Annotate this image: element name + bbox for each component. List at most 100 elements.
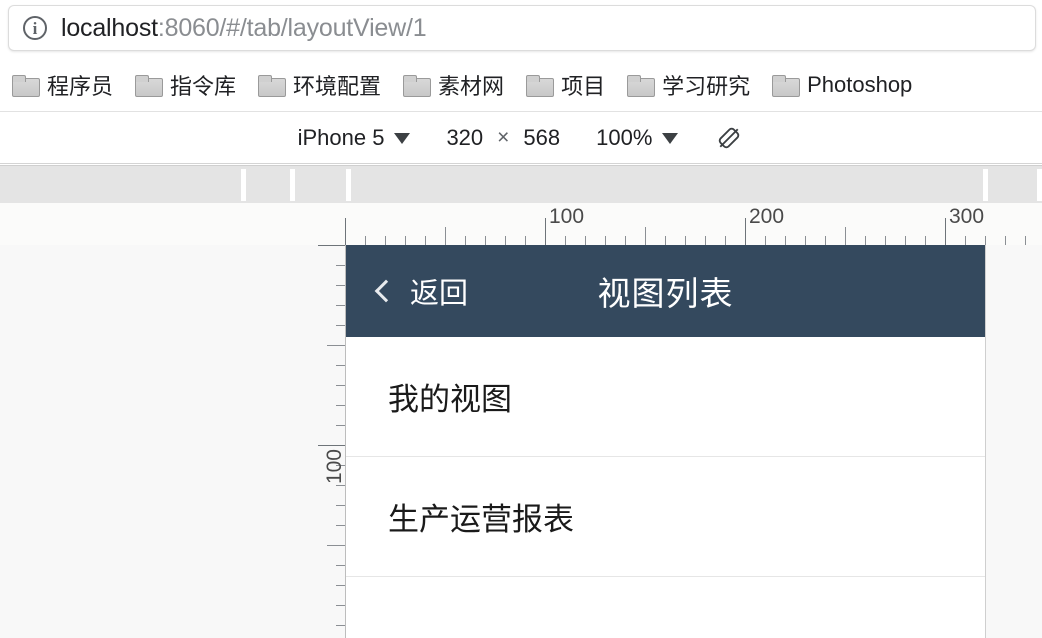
device-name-label: iPhone 5: [297, 125, 385, 150]
band-divider: [346, 169, 351, 201]
bookmark-item-2[interactable]: 环境配置: [258, 69, 381, 101]
device-emulation-toolbar: iPhone 5 320 × 568 100%: [0, 113, 1042, 164]
ruler-tick: [336, 425, 345, 426]
ruler-tick: [785, 236, 786, 245]
bookmark-label: 素材网: [438, 73, 505, 99]
folder-icon: [403, 74, 432, 97]
ruler-tick: [336, 485, 345, 486]
folder-icon: [258, 74, 287, 97]
ruler-tick: [445, 227, 446, 245]
bookmark-item-6[interactable]: Photoshop: [772, 72, 912, 98]
bookmark-label: 程序员: [47, 73, 114, 99]
ruler-tick: [605, 236, 606, 245]
ruler-tick: [745, 218, 746, 245]
list-item[interactable]: 我的视图: [346, 337, 985, 457]
list-item-label: 生产运营报表: [388, 502, 574, 537]
band-divider: [983, 169, 988, 201]
device-height-input[interactable]: 568: [523, 125, 560, 151]
chevron-left-icon: [374, 279, 398, 303]
emulation-scrollbar-band: [0, 165, 1042, 203]
ruler-tick: [336, 325, 345, 326]
ruler-tick: [705, 236, 706, 245]
ruler-tick: [365, 236, 366, 245]
url-host: localhost: [61, 13, 158, 42]
ruler-tick: [336, 385, 345, 386]
ruler-tick: [336, 365, 345, 366]
address-bar[interactable]: i localhost:8060/#/tab/layoutView/1: [8, 5, 1036, 51]
zoom-level-label: 100%: [596, 125, 653, 150]
back-button[interactable]: 返回: [374, 245, 469, 337]
ruler-tick: [336, 505, 345, 506]
device-width-input[interactable]: 320: [446, 125, 483, 151]
folder-icon: [526, 74, 555, 97]
ruler-tick: [318, 245, 345, 246]
ruler-tick: [625, 236, 626, 245]
browser-omnibar-row: i localhost:8060/#/tab/layoutView/1: [0, 0, 1042, 58]
band-divider: [241, 169, 246, 201]
ruler-tick: [885, 236, 886, 245]
ruler-tick: [545, 218, 546, 245]
bookmark-label: 指令库: [170, 73, 237, 99]
ruler-tick: [945, 218, 946, 245]
ruler-tick: [336, 565, 345, 566]
bookmark-item-4[interactable]: 项目: [526, 69, 605, 101]
ruler-tick: [336, 405, 345, 406]
ruler-tick: [345, 218, 346, 245]
ruler-tick: [336, 265, 345, 266]
ruler-tick: [765, 236, 766, 245]
ruler-tick: [385, 236, 386, 245]
vertical-ruler[interactable]: 100200: [307, 245, 346, 638]
ruler-tick: [965, 236, 966, 245]
bookmark-item-0[interactable]: 程序员: [12, 69, 113, 101]
ruler-label: 300: [949, 205, 985, 228]
bookmark-item-5[interactable]: 学习研究: [627, 69, 750, 101]
horizontal-ruler[interactable]: 100 200 300: [0, 203, 1042, 245]
bookmark-label: 项目: [561, 73, 606, 99]
device-dimensions: 320 × 568: [446, 125, 560, 151]
ruler-tick: [985, 236, 986, 245]
folder-icon: [12, 74, 40, 97]
ruler-tick: [336, 305, 345, 306]
ruler-tick: [327, 345, 345, 346]
bookmark-item-1[interactable]: 指令库: [135, 69, 236, 101]
ruler-tick: [505, 236, 506, 245]
info-icon[interactable]: i: [23, 16, 47, 40]
ruler-tick: [845, 227, 846, 245]
ruler-tick: [336, 285, 345, 286]
url-text: localhost:8060/#/tab/layoutView/1: [61, 13, 427, 43]
url-path: :8060/#/tab/layoutView/1: [157, 13, 427, 42]
band-divider: [290, 169, 295, 201]
chevron-down-icon: [394, 132, 411, 144]
ruler-tick: [465, 236, 466, 245]
bookmark-item-3[interactable]: 素材网: [403, 69, 504, 101]
rotate-device-button[interactable]: [714, 123, 744, 153]
list-item[interactable]: [346, 577, 985, 638]
device-viewport: 返回 视图列表 我的视图 生产运营报表: [345, 245, 986, 638]
band-divider: [1037, 169, 1042, 201]
ruler-tick: [318, 445, 345, 446]
ruler-tick: [585, 236, 586, 245]
ruler-tick: [825, 236, 826, 245]
ruler-tick: [485, 236, 486, 245]
bookmark-label: 学习研究: [662, 73, 751, 99]
ruler-tick: [336, 525, 345, 526]
rotate-device-icon: [719, 127, 740, 149]
ruler-tick: [336, 625, 345, 626]
app-header-bar: 返回 视图列表: [346, 245, 985, 337]
folder-icon: [772, 74, 801, 97]
ruler-tick: [1005, 236, 1006, 245]
list-item[interactable]: 生产运营报表: [346, 457, 985, 577]
zoom-select[interactable]: 100%: [596, 125, 679, 151]
ruler-tick: [725, 236, 726, 245]
back-button-label: 返回: [410, 278, 469, 310]
ruler-tick: [685, 236, 686, 245]
bookmarks-bar: 程序员 指令库 环境配置 素材网 项目 学习研究 Photoshop: [0, 58, 1042, 112]
ruler-tick: [336, 605, 345, 606]
ruler-label: 100: [323, 449, 346, 485]
device-emulation-area: 100200300 100200 返回 视图列表 我的视图 生产运营报表: [0, 203, 1042, 638]
ruler-tick: [336, 585, 345, 586]
ruler-tick: [865, 236, 866, 245]
folder-icon: [135, 74, 164, 97]
device-select[interactable]: iPhone 5: [298, 125, 411, 151]
dimension-separator: ×: [497, 126, 510, 149]
